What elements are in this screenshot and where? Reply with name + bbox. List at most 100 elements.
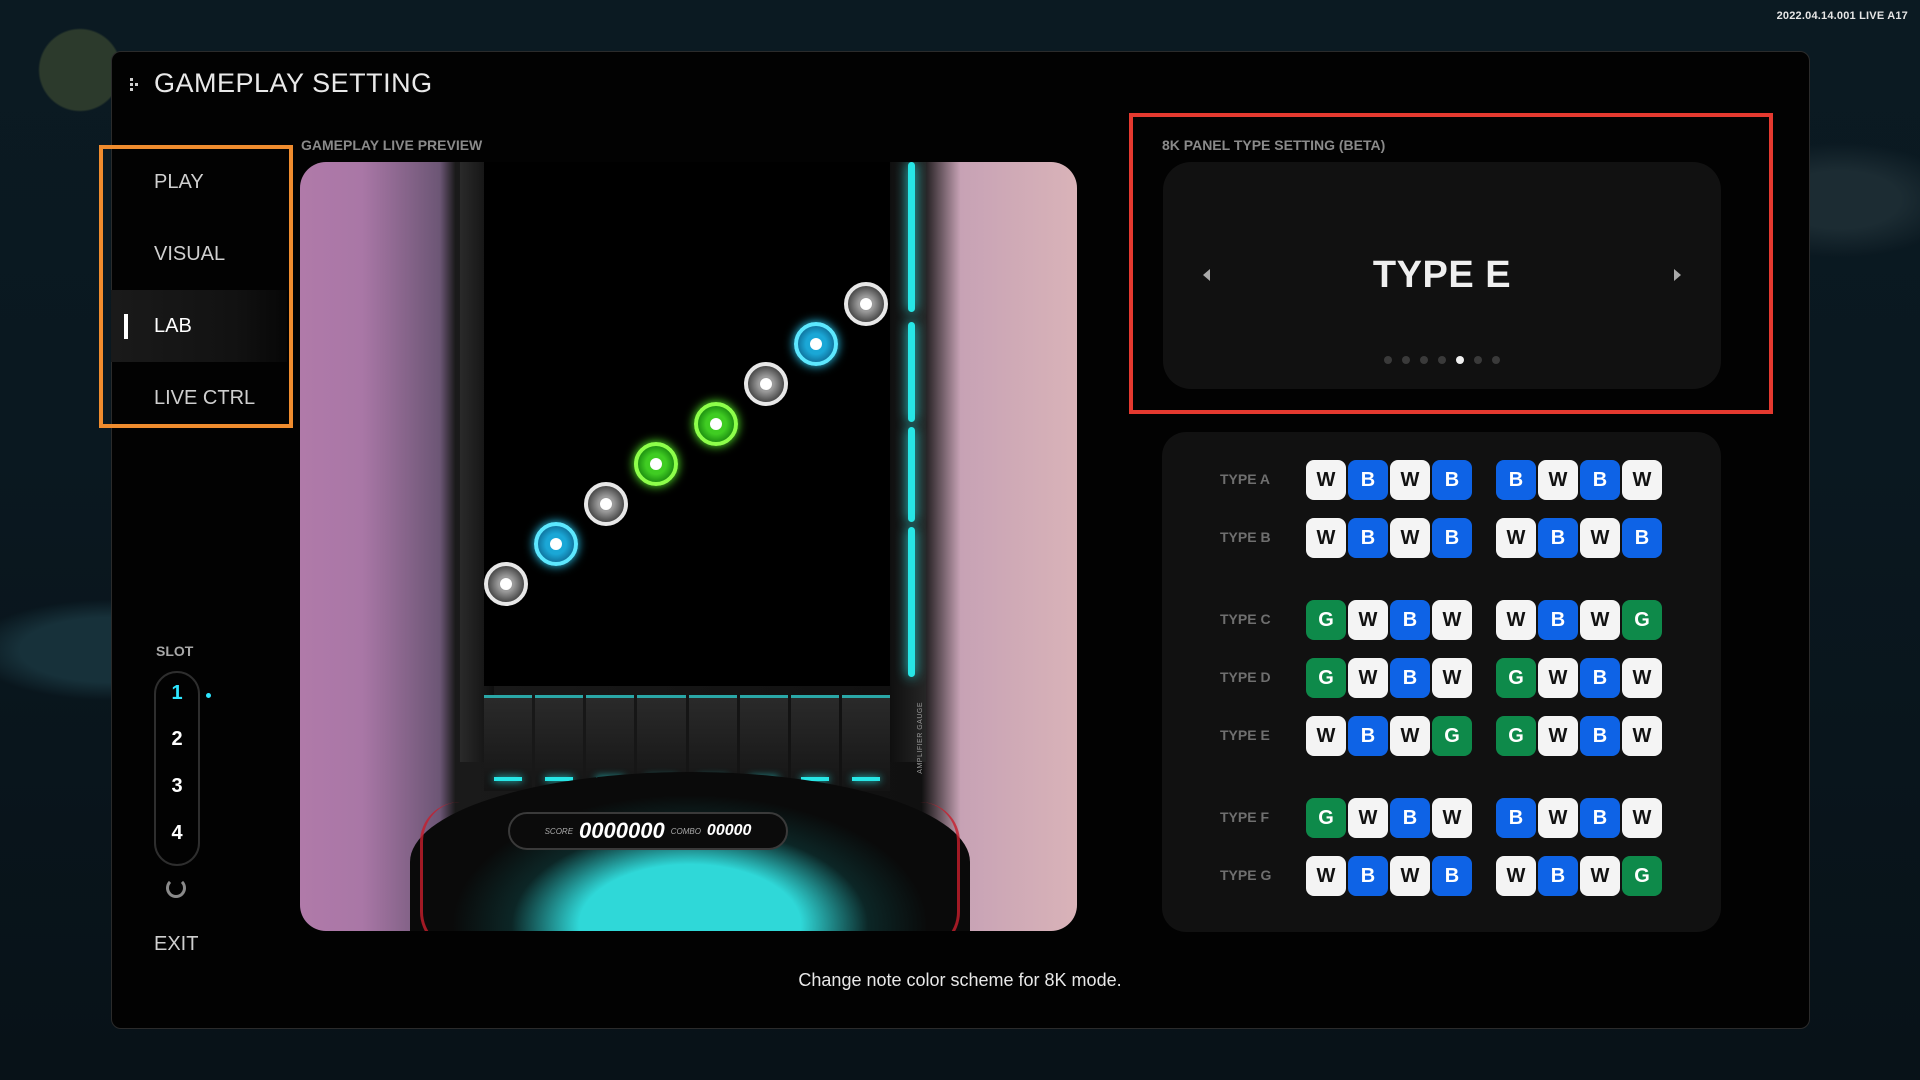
- key-swatch: B: [1622, 518, 1662, 558]
- slot-button-4[interactable]: 4: [156, 822, 198, 845]
- key-swatch: B: [1580, 798, 1620, 838]
- key-swatch: W: [1390, 716, 1430, 756]
- exit-button[interactable]: EXIT: [154, 933, 198, 956]
- key-group-right: GWBW: [1496, 716, 1662, 756]
- key-swatch: B: [1496, 460, 1536, 500]
- note-green-icon: [634, 442, 678, 486]
- key-swatch: W: [1306, 460, 1346, 500]
- key-swatch: W: [1538, 716, 1578, 756]
- key-swatch: W: [1348, 798, 1388, 838]
- key-swatch: G: [1306, 658, 1346, 698]
- key-swatch: B: [1390, 600, 1430, 640]
- key-group-right: WBWG: [1496, 856, 1662, 896]
- nav-highlight-outline: [99, 145, 293, 428]
- key-swatch: W: [1496, 518, 1536, 558]
- key-group-left: WBWB: [1306, 518, 1472, 558]
- key-beam: [535, 695, 584, 791]
- key-swatch: W: [1622, 798, 1662, 838]
- type-row-label: TYPE F: [1220, 809, 1270, 825]
- key-swatch: W: [1580, 856, 1620, 896]
- key-swatch: B: [1348, 716, 1388, 756]
- version-label: 2022.04.14.001 LIVE A17: [1776, 10, 1908, 22]
- type-legend: TYPE A W B W B B W B W TYPE B W B W B W B W B TYPE CGWBWWB…: [1162, 432, 1721, 932]
- scoreboard: SCORE 0000000 COMBO 00000: [508, 812, 788, 850]
- key-swatch: W: [1390, 856, 1430, 896]
- type-row: TYPE CGWBWWBWG: [1162, 598, 1721, 642]
- key-swatch: B: [1348, 460, 1388, 500]
- help-text: Change note color scheme for 8K mode.: [798, 970, 1122, 990]
- key-group-left: GWBW: [1306, 658, 1472, 698]
- key-beam: [484, 695, 533, 791]
- key-swatch: W: [1306, 518, 1346, 558]
- key-swatch: W: [1306, 856, 1346, 896]
- combo-label: COMBO: [670, 826, 701, 836]
- page-title-text: GAMEPLAY SETTING: [154, 68, 433, 98]
- key-swatch: W: [1390, 460, 1430, 500]
- key-group-left: WBWG: [1306, 716, 1472, 756]
- key-swatch: B: [1348, 518, 1388, 558]
- type-row-label: TYPE D: [1220, 669, 1271, 685]
- key-swatch: W: [1306, 716, 1346, 756]
- slot-button-3[interactable]: 3: [156, 775, 198, 798]
- key-group-left: WBWB: [1306, 460, 1472, 500]
- key-swatch: W: [1622, 460, 1662, 500]
- key-swatch: W: [1348, 658, 1388, 698]
- key-swatch: B: [1348, 856, 1388, 896]
- key-swatch: W: [1432, 600, 1472, 640]
- key-swatch: W: [1580, 600, 1620, 640]
- key-swatch: G: [1306, 798, 1346, 838]
- type-row-label: TYPE B: [1220, 529, 1271, 545]
- key-group-right: BWBW: [1496, 798, 1662, 838]
- key-swatch: B: [1432, 856, 1472, 896]
- note-cyan-icon: [534, 522, 578, 566]
- key-swatch: G: [1306, 600, 1346, 640]
- note-green-icon: [694, 402, 738, 446]
- type-row: TYPE GWBWBWBWG: [1162, 854, 1721, 898]
- slot-button-2[interactable]: 2: [156, 728, 198, 751]
- gauge-segment: [908, 527, 915, 677]
- score-label: SCORE: [544, 826, 574, 836]
- key-swatch: B: [1538, 518, 1578, 558]
- key-swatch: B: [1580, 460, 1620, 500]
- type-row-label: TYPE G: [1220, 867, 1272, 883]
- key-swatch: B: [1538, 600, 1578, 640]
- key-swatch: B: [1538, 856, 1578, 896]
- key-group-right: WBWB: [1496, 518, 1662, 558]
- key-swatch: G: [1432, 716, 1472, 756]
- type-row: TYPE BWBWBWBWB: [1162, 516, 1721, 560]
- type-row: TYPE FGWBWBWBW: [1162, 796, 1721, 840]
- slot-label: SLOT: [156, 643, 194, 659]
- key-group-left: GWBW: [1306, 798, 1472, 838]
- key-group-right: GWBW: [1496, 658, 1662, 698]
- note-white-icon: [844, 282, 888, 326]
- reset-icon[interactable]: [166, 878, 186, 898]
- note-white-icon: [484, 562, 528, 606]
- key-group-right: WBWG: [1496, 600, 1662, 640]
- key-swatch: W: [1580, 518, 1620, 558]
- key-swatch: B: [1390, 658, 1430, 698]
- type-row-label: TYPE C: [1220, 611, 1271, 627]
- preview-label: GAMEPLAY LIVE PREVIEW: [301, 137, 483, 153]
- key-swatch: B: [1580, 716, 1620, 756]
- key-swatch: W: [1538, 798, 1578, 838]
- type-row-label: TYPE A: [1220, 471, 1271, 487]
- page-title: GAMEPLAY SETTING: [130, 68, 433, 99]
- note-white-icon: [584, 482, 628, 526]
- combo-value: 00000: [706, 822, 752, 839]
- key-swatch: W: [1496, 856, 1536, 896]
- key-swatch: B: [1580, 658, 1620, 698]
- key-swatch: B: [1432, 518, 1472, 558]
- key-group-left: GWBW: [1306, 600, 1472, 640]
- key-group-right: BWBW: [1496, 460, 1662, 500]
- key-swatch: G: [1622, 856, 1662, 896]
- amplifier-gauge-label: AMPLIFIER GAUGE: [917, 702, 924, 774]
- menu-dots-icon: [130, 77, 144, 91]
- type-row-label: TYPE E: [1220, 727, 1270, 743]
- key-swatch: W: [1496, 600, 1536, 640]
- type-row: TYPE EWBWGGWBW: [1162, 714, 1721, 758]
- type-row: TYPE AWBWBBWBW: [1162, 458, 1721, 502]
- note-cyan-icon: [794, 322, 838, 366]
- slot-button-1[interactable]: 1: [156, 682, 198, 705]
- key-beam: [841, 695, 890, 791]
- key-swatch: G: [1496, 716, 1536, 756]
